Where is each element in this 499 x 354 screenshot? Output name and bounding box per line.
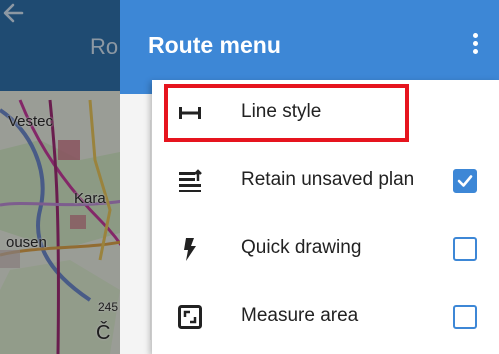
menu-item-label: Measure area (241, 305, 359, 326)
panel-divider (120, 120, 151, 340)
screen: Vestec Kara ousen Č 245 Ro Route menu Li… (0, 0, 499, 354)
checkmark-icon (457, 175, 473, 187)
route-menu-popup: Line style Retain unsaved plan Quick dra… (152, 80, 499, 354)
map-dim-overlay (0, 0, 130, 354)
measure-area-icon (178, 305, 202, 329)
menu-item-line-style[interactable]: Line style (152, 80, 499, 146)
overflow-menu-icon[interactable] (463, 30, 487, 62)
menu-item-label: Line style (241, 101, 322, 122)
menu-item-retain-unsaved-plan[interactable]: Retain unsaved plan (152, 148, 499, 214)
menu-item-quick-drawing[interactable]: Quick drawing (152, 216, 499, 282)
menu-item-label: Quick drawing (241, 237, 362, 258)
quick-drawing-checkbox[interactable] (453, 237, 477, 261)
line-style-icon (179, 107, 201, 119)
lightning-icon (184, 238, 196, 261)
menu-item-measure-area[interactable]: Measure area (152, 284, 499, 350)
map-view[interactable]: Vestec Kara ousen Č 245 Ro (0, 0, 130, 354)
measure-area-checkbox[interactable] (453, 305, 477, 329)
retain-plan-icon (179, 169, 202, 192)
menu-item-label: Retain unsaved plan (241, 169, 415, 190)
route-menu-title: Route menu (148, 32, 281, 58)
retain-plan-checkbox[interactable] (453, 169, 477, 193)
